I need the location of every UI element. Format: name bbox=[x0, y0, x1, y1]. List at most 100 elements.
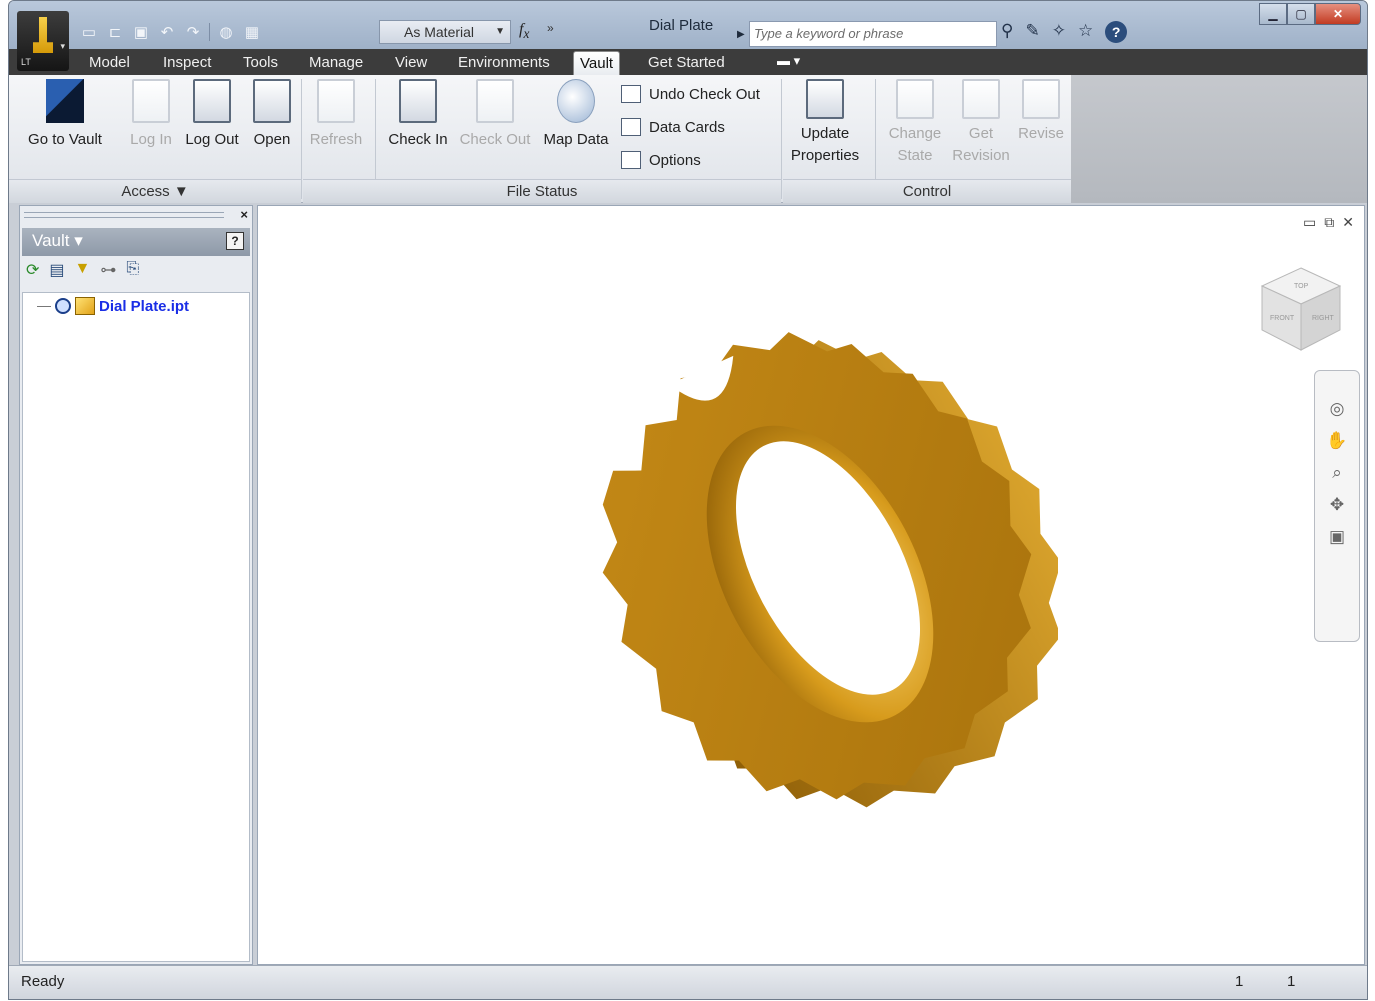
get-revision-button[interactable]: Get Revision bbox=[949, 75, 1013, 167]
maximize-button[interactable]: ▢ bbox=[1287, 3, 1315, 25]
viewcube[interactable]: TOP FRONT RIGHT bbox=[1258, 264, 1344, 354]
quick-access-toolbar: ▭ ⊏ ▣ ↶ ↷ ◍ ▦ bbox=[79, 19, 262, 45]
revise-label: Revise bbox=[1018, 125, 1064, 142]
options-icon bbox=[621, 151, 641, 169]
log-in-button[interactable]: Log In bbox=[125, 75, 177, 151]
undo-check-out-button[interactable]: Undo Check Out bbox=[621, 85, 760, 103]
tab-environments[interactable]: Environments bbox=[452, 51, 556, 75]
search-input[interactable]: Type a keyword or phrase bbox=[749, 21, 997, 47]
open-icon[interactable]: ⊏ bbox=[105, 23, 125, 41]
open-button[interactable]: Open bbox=[247, 75, 297, 151]
look-at-icon[interactable]: ▣ bbox=[1329, 527, 1345, 547]
update-properties-button[interactable]: Update Properties bbox=[785, 75, 865, 167]
document-title: Dial Plate bbox=[649, 17, 714, 34]
ribbon-tabs: Model Inspect Tools Manage View Environm… bbox=[9, 49, 1367, 75]
data-cards-label: Data Cards bbox=[649, 118, 725, 136]
check-in-button[interactable]: Check In bbox=[383, 75, 453, 151]
dial-plate-model[interactable] bbox=[558, 306, 1058, 866]
redo-icon[interactable]: ↷ bbox=[183, 23, 203, 41]
tab-model[interactable]: Model bbox=[83, 51, 136, 75]
browser-header[interactable]: Vault ▾ ? bbox=[22, 228, 250, 256]
check-out-button[interactable]: Check Out bbox=[455, 75, 535, 151]
change-state-button[interactable]: Change State bbox=[881, 75, 949, 167]
document-icon[interactable]: ⎘ bbox=[126, 260, 139, 280]
save-icon[interactable]: ▣ bbox=[131, 23, 151, 41]
search-expand-icon[interactable]: ▶ bbox=[737, 29, 745, 40]
update-properties-label-line1: Update bbox=[800, 125, 850, 142]
tab-inspect[interactable]: Inspect bbox=[157, 51, 217, 75]
status-text: Ready bbox=[21, 973, 65, 990]
filter-icon[interactable]: ▼ bbox=[75, 260, 91, 280]
log-out-button[interactable]: Log Out bbox=[181, 75, 243, 151]
go-to-vault-label: Go to Vault bbox=[28, 131, 102, 148]
subscription-icon[interactable]: ✧ bbox=[1052, 21, 1066, 43]
overflow-chevron-icon[interactable]: » bbox=[547, 21, 554, 35]
file-status-panel-title: File Status bbox=[303, 179, 781, 203]
ribbon-empty-area bbox=[1071, 75, 1367, 203]
appearance-icon[interactable]: ◍ bbox=[216, 23, 236, 41]
access-panel-title[interactable]: Access ▼ bbox=[9, 179, 301, 203]
data-cards-button[interactable]: Data Cards bbox=[621, 118, 725, 136]
help-icon[interactable]: ? bbox=[1105, 21, 1128, 43]
tab-get-started[interactable]: Get Started bbox=[642, 51, 731, 75]
change-state-label-line1: Change bbox=[888, 125, 942, 142]
viewport-restore-icon[interactable]: ⧉ bbox=[1324, 214, 1334, 231]
status-count-2: 1 bbox=[1287, 973, 1296, 990]
browser-help-icon[interactable]: ? bbox=[226, 232, 244, 250]
refresh-icon bbox=[317, 79, 355, 123]
viewport-close-icon[interactable]: ✕ bbox=[1342, 214, 1354, 231]
update-properties-icon bbox=[806, 79, 844, 119]
revise-button[interactable]: Revise bbox=[1015, 75, 1067, 145]
vault-status-icon[interactable]: ▤ bbox=[49, 260, 64, 280]
update-icon[interactable]: ▦ bbox=[242, 23, 262, 41]
change-state-icon bbox=[896, 79, 934, 119]
options-label: Options bbox=[649, 151, 701, 169]
viewport-minimize-icon[interactable]: ▭ bbox=[1303, 214, 1316, 231]
zoom-icon[interactable]: ⌕ bbox=[1332, 463, 1342, 483]
part-icon bbox=[75, 297, 95, 315]
minimize-button[interactable]: ▁ bbox=[1259, 3, 1287, 25]
get-revision-label-line1: Get bbox=[968, 125, 994, 142]
options-button[interactable]: Options bbox=[621, 151, 701, 169]
close-button[interactable]: ✕ bbox=[1315, 3, 1361, 25]
log-out-lock-icon bbox=[193, 79, 231, 123]
map-data-button[interactable]: Map Data bbox=[539, 75, 613, 151]
orbit-icon[interactable]: ✥ bbox=[1330, 495, 1344, 515]
window-controls: ▁ ▢ ✕ bbox=[1259, 3, 1361, 25]
binoculars-icon[interactable]: ⚲ bbox=[1001, 21, 1013, 43]
graphics-viewport[interactable]: ▭ ⧉ ✕ TOP FRONT RIGHT ◎ ✋ ⌕ ✥ ▣ bbox=[257, 205, 1365, 965]
undo-icon[interactable]: ↶ bbox=[157, 23, 177, 41]
application-menu-button[interactable]: LT ▾ bbox=[17, 11, 69, 71]
map-data-label: Map Data bbox=[543, 131, 609, 148]
change-state-label-line2: State bbox=[897, 147, 933, 164]
refresh-icon[interactable]: ⟳ bbox=[26, 260, 39, 280]
tab-manage[interactable]: Manage bbox=[303, 51, 369, 75]
get-revision-label-line2: Revision bbox=[952, 147, 1010, 164]
refresh-button[interactable]: Refresh bbox=[305, 75, 367, 151]
pan-hand-icon[interactable]: ✋ bbox=[1326, 431, 1347, 451]
viewcube-front-label: FRONT bbox=[1270, 315, 1295, 322]
close-panel-icon[interactable]: × bbox=[240, 207, 248, 222]
undo-check-out-label: Undo Check Out bbox=[649, 85, 760, 103]
material-dropdown[interactable]: As Material ▼ bbox=[379, 20, 511, 44]
inventor-logo-icon bbox=[33, 17, 53, 53]
favorites-star-icon[interactable]: ☆ bbox=[1078, 21, 1093, 43]
check-in-icon bbox=[399, 79, 437, 123]
ribbon-options-icon[interactable]: ▬ ▾ bbox=[777, 53, 800, 69]
tab-tools[interactable]: Tools bbox=[237, 51, 284, 75]
search-placeholder: Type a keyword or phrase bbox=[754, 26, 904, 41]
tab-view[interactable]: View bbox=[389, 51, 433, 75]
new-icon[interactable]: ▭ bbox=[79, 23, 99, 41]
tab-vault[interactable]: Vault bbox=[573, 51, 621, 75]
steering-wheel-icon[interactable]: ◎ bbox=[1330, 399, 1345, 419]
panel-grip[interactable] bbox=[24, 212, 224, 218]
check-in-label: Check In bbox=[388, 131, 448, 148]
parameters-fx-icon[interactable]: fx bbox=[519, 21, 529, 42]
tree-item-dial-plate[interactable]: Dial Plate.ipt bbox=[37, 297, 189, 315]
wrench-icon[interactable]: ✎ bbox=[1025, 21, 1039, 43]
open-label: Open bbox=[253, 131, 291, 148]
update-properties-label-line2: Properties bbox=[790, 147, 860, 164]
go-to-vault-button[interactable]: Go to Vault bbox=[19, 75, 111, 151]
search-vault-icon[interactable]: ⊶ bbox=[100, 260, 116, 280]
browser-toolbar: ⟳ ▤ ▼ ⊶ ⎘ bbox=[26, 260, 139, 280]
